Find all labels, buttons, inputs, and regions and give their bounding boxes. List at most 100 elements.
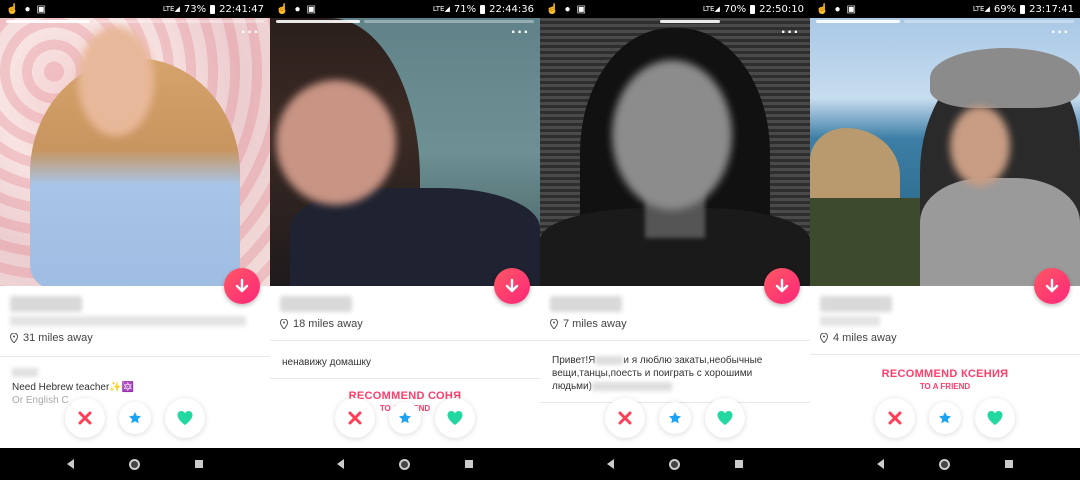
super-like-star-icon bbox=[399, 412, 411, 424]
nope-button[interactable] bbox=[65, 398, 105, 438]
super-like-button[interactable] bbox=[119, 402, 151, 434]
distance-text: 4 miles away bbox=[833, 332, 897, 344]
name-redacted bbox=[10, 296, 82, 312]
signal-icon: LTE◢ bbox=[162, 5, 180, 13]
hand-icon: ☝ bbox=[816, 3, 829, 15]
battery-percent: 73% bbox=[183, 3, 207, 15]
screenshot-strip: ☝ ● ▣ LTE◢ 73% 22:41:47 ··· 31 miles awa… bbox=[0, 0, 1080, 480]
battery-percent: 69% bbox=[993, 3, 1017, 15]
more-icon[interactable]: ··· bbox=[511, 25, 530, 41]
divider bbox=[270, 340, 540, 341]
android-nav-bar bbox=[810, 448, 1080, 480]
recents-icon[interactable] bbox=[1004, 460, 1013, 468]
back-icon[interactable] bbox=[67, 459, 75, 469]
android-nav-bar bbox=[540, 448, 810, 480]
home-icon[interactable] bbox=[668, 458, 680, 470]
image-icon: ▣ bbox=[576, 3, 586, 15]
nope-button[interactable] bbox=[875, 398, 915, 438]
back-icon[interactable] bbox=[337, 459, 345, 469]
bio-text: людьми) bbox=[552, 381, 592, 392]
profile-photo[interactable]: ··· bbox=[0, 18, 270, 286]
battery-icon bbox=[1020, 4, 1026, 14]
like-button[interactable] bbox=[705, 398, 745, 438]
like-heart-icon bbox=[447, 411, 463, 425]
android-nav-bar bbox=[0, 448, 270, 480]
recommend-link[interactable]: RECOMMEND КСЕНИЯ TO A FRIEND bbox=[810, 368, 1080, 391]
expand-profile-button[interactable] bbox=[224, 268, 260, 304]
battery-icon bbox=[750, 4, 756, 14]
profile-photo[interactable]: ··· bbox=[810, 18, 1080, 286]
home-icon[interactable] bbox=[938, 458, 950, 470]
photo-indicator bbox=[364, 20, 534, 23]
subtitle-redacted bbox=[10, 316, 246, 326]
super-like-button[interactable] bbox=[659, 402, 691, 434]
hand-icon: ☝ bbox=[546, 3, 559, 15]
location-pin-icon bbox=[820, 333, 828, 343]
like-button[interactable] bbox=[435, 398, 475, 438]
photo-indicator-active bbox=[816, 20, 900, 23]
profile-panel-1: ☝ ● ▣ LTE◢ 73% 22:41:47 ··· 31 miles awa… bbox=[0, 0, 270, 480]
super-like-button[interactable] bbox=[929, 402, 961, 434]
status-bar: ☝ ● ▣ LTE◢ 70% 22:50:10 bbox=[540, 0, 810, 18]
clock: 22:44:36 bbox=[489, 3, 534, 15]
down-arrow-icon bbox=[505, 278, 519, 293]
nope-x-icon bbox=[348, 411, 362, 425]
super-like-star-icon bbox=[939, 412, 951, 424]
expand-profile-button[interactable] bbox=[494, 268, 530, 304]
person-icon: ● bbox=[24, 3, 31, 15]
status-bar: ☝ ● ▣ LTE◢ 69% 23:17:41 bbox=[810, 0, 1080, 18]
like-heart-icon bbox=[717, 411, 733, 425]
distance-row: 31 miles away bbox=[10, 332, 93, 344]
divider bbox=[270, 378, 540, 379]
like-button[interactable] bbox=[975, 398, 1015, 438]
image-icon: ▣ bbox=[306, 3, 316, 15]
android-nav-bar bbox=[270, 448, 540, 480]
location-pin-icon bbox=[550, 319, 558, 329]
bio-text: и я люблю закаты,необычные bbox=[623, 355, 763, 366]
blurred-face bbox=[276, 80, 396, 205]
more-icon[interactable]: ··· bbox=[241, 25, 260, 41]
distance-row: 7 miles away bbox=[550, 318, 627, 330]
recents-icon[interactable] bbox=[464, 460, 473, 468]
bio-redacted bbox=[12, 368, 38, 377]
hand-icon: ☝ bbox=[6, 3, 19, 15]
person-icon: ● bbox=[834, 3, 841, 15]
back-icon[interactable] bbox=[877, 459, 885, 469]
profile-photo[interactable]: ··· bbox=[540, 18, 810, 286]
bio-redacted bbox=[595, 355, 624, 365]
battery-icon bbox=[480, 4, 486, 14]
down-arrow-icon bbox=[775, 278, 789, 293]
expand-profile-button[interactable] bbox=[1034, 268, 1070, 304]
like-button[interactable] bbox=[165, 398, 205, 438]
more-icon[interactable]: ··· bbox=[1051, 25, 1070, 41]
distance-text: 18 miles away bbox=[293, 318, 363, 330]
recommend-subtitle: TO A FRIEND bbox=[919, 382, 971, 391]
photo-indicator-active bbox=[660, 20, 720, 23]
photo-indicator-active bbox=[276, 20, 360, 23]
blurred-face bbox=[612, 60, 732, 210]
nope-button[interactable] bbox=[605, 398, 645, 438]
blurred-face bbox=[78, 26, 154, 136]
action-bar bbox=[810, 396, 1080, 440]
action-bar bbox=[0, 396, 270, 440]
back-icon[interactable] bbox=[607, 459, 615, 469]
location-pin-icon bbox=[10, 333, 18, 343]
down-arrow-icon bbox=[1045, 278, 1059, 293]
distance-row: 18 miles away bbox=[280, 318, 363, 330]
signal-icon: LTE◢ bbox=[432, 5, 450, 13]
profile-photo[interactable]: ··· bbox=[270, 18, 540, 286]
down-arrow-icon bbox=[235, 278, 249, 293]
clock: 23:17:41 bbox=[1029, 3, 1074, 15]
home-icon[interactable] bbox=[128, 458, 140, 470]
expand-profile-button[interactable] bbox=[764, 268, 800, 304]
home-icon[interactable] bbox=[398, 458, 410, 470]
recents-icon[interactable] bbox=[194, 460, 203, 468]
nope-button[interactable] bbox=[335, 398, 375, 438]
name-redacted bbox=[820, 296, 892, 312]
recents-icon[interactable] bbox=[734, 460, 743, 468]
more-icon[interactable]: ··· bbox=[781, 25, 800, 41]
bio-line: Привет!Я и я люблю закаты,необычные bbox=[552, 354, 762, 367]
super-like-button[interactable] bbox=[389, 402, 421, 434]
name-redacted bbox=[280, 296, 352, 312]
photo-indicator-active bbox=[6, 20, 90, 23]
